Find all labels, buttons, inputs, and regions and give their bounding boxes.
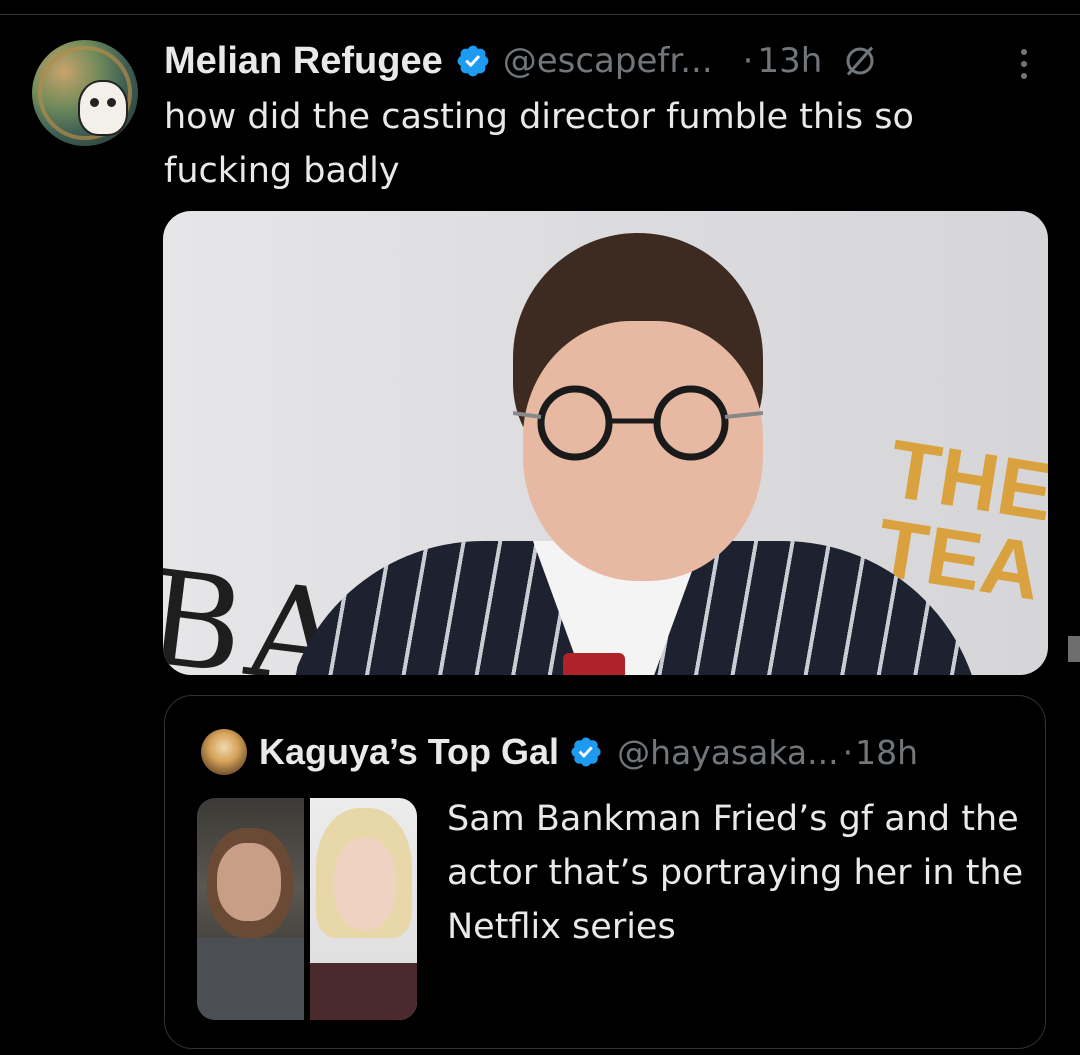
tweet-time[interactable]: 13h xyxy=(757,41,822,81)
right-person-face xyxy=(334,838,396,930)
tweet-header: Melian Refugee @escapefr... · 13h xyxy=(164,36,878,86)
left-person-coat xyxy=(197,938,304,1020)
person-tie xyxy=(563,653,625,675)
scrollbar-thumb[interactable] xyxy=(1068,636,1080,662)
separator-dot: · xyxy=(742,41,754,81)
tweet-media-image[interactable]: BAFTA THE TEA xyxy=(163,211,1048,675)
top-divider xyxy=(0,14,1080,15)
quoted-author-name[interactable]: Kaguya’s Top Gal xyxy=(259,731,559,773)
verified-badge-icon xyxy=(571,737,601,767)
author-name[interactable]: Melian Refugee xyxy=(164,40,443,83)
quoted-tweet-media[interactable] xyxy=(197,798,417,1020)
quoted-author-handle[interactable]: @hayasaka... xyxy=(617,733,839,772)
author-handle[interactable]: @escapefr... xyxy=(503,41,713,81)
verified-badge-icon xyxy=(457,45,489,77)
quoted-tweet-header: Kaguya’s Top Gal @hayasaka... · 18h xyxy=(201,728,918,776)
more-vertical-icon[interactable] xyxy=(1014,44,1034,84)
person-glasses xyxy=(513,385,763,461)
avatar-face xyxy=(78,80,128,136)
right-person-sweater xyxy=(310,963,417,1020)
tweet-text: how did the casting director fumble this… xyxy=(164,97,914,191)
author-avatar[interactable] xyxy=(32,40,138,146)
quoted-author-avatar[interactable] xyxy=(201,729,247,775)
quoted-tweet-time[interactable]: 18h xyxy=(855,733,918,772)
quoted-image-left[interactable] xyxy=(197,798,304,1020)
quoted-image-right[interactable] xyxy=(310,798,417,1020)
grok-icon[interactable] xyxy=(842,43,878,79)
left-person-face xyxy=(217,843,281,921)
quoted-tweet-text: Sam Bankman Fried’s gf and the actor tha… xyxy=(447,799,1024,947)
quoted-tweet[interactable]: Kaguya’s Top Gal @hayasaka... · 18h Sam … xyxy=(164,695,1046,1049)
separator-dot: · xyxy=(842,732,854,772)
